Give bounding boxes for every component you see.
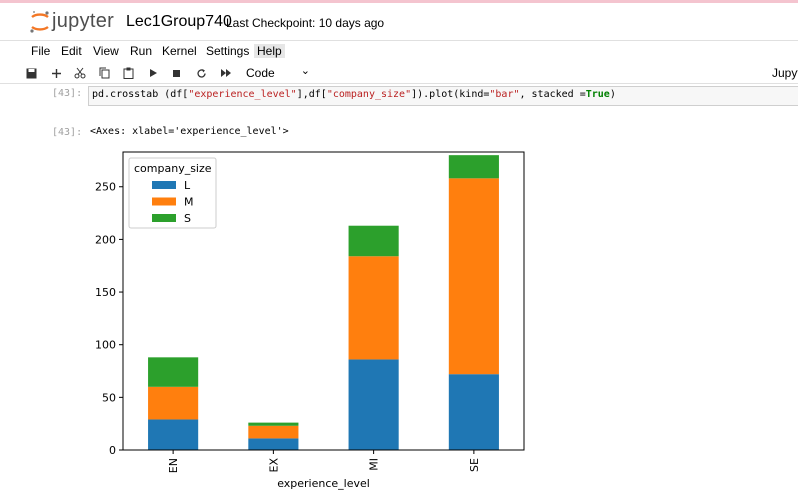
- bar-MI-L: [348, 359, 399, 450]
- y-tick-label: 0: [109, 444, 116, 457]
- bar-MI-S: [348, 225, 399, 257]
- x-tick-label: SE: [468, 458, 481, 472]
- bar-MI-M: [348, 256, 399, 360]
- legend-swatch-S: [152, 214, 176, 222]
- legend-swatch-L: [152, 181, 176, 189]
- y-tick-label: 100: [95, 339, 116, 352]
- x-axis-label: experience_level: [277, 477, 370, 490]
- legend-label-L: L: [184, 179, 191, 192]
- bar-EX-L: [248, 438, 299, 450]
- bar-EX-M: [248, 425, 299, 439]
- legend-label-M: M: [184, 196, 194, 209]
- bar-EX-S: [248, 422, 299, 426]
- x-tick-label: EX: [267, 458, 280, 473]
- y-tick-label: 50: [102, 391, 116, 404]
- bar-SE-M: [448, 178, 499, 375]
- bar-EN-M: [148, 386, 199, 420]
- y-tick-label: 250: [95, 181, 116, 194]
- bar-SE-L: [448, 374, 499, 450]
- legend-title: company_size: [134, 162, 212, 175]
- bar-EN-L: [148, 419, 199, 450]
- x-tick-label: EN: [167, 458, 180, 473]
- x-tick-label: MI: [368, 458, 381, 471]
- y-tick-label: 150: [95, 286, 116, 299]
- stacked-bar-chart: EN EX MI SE 0 50 100 150 200 250 experience_level c…: [95, 151, 525, 490]
- y-tick-label: 200: [95, 233, 116, 246]
- bar-EN-S: [148, 357, 199, 387]
- bar-SE-S: [448, 155, 499, 179]
- legend-label-S: S: [184, 212, 191, 225]
- legend-swatch-M: [152, 197, 176, 206]
